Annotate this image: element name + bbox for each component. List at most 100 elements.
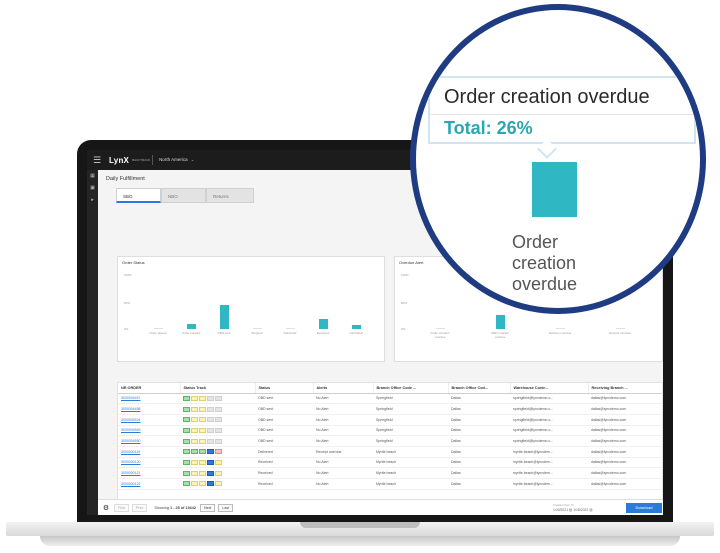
column-header[interactable]: Branch Office Cod...	[448, 383, 511, 394]
table-row[interactable]: 3000004458 OBD sent No Alert Springfield Dal…	[118, 403, 662, 415]
chart-bar[interactable]	[496, 314, 505, 329]
gear-icon[interactable]: ⚙	[98, 504, 114, 512]
receiving-branch-cell: dallas@lynxdemo.com	[588, 467, 662, 479]
chart-bar[interactable]	[352, 324, 361, 329]
chevron-down-icon: ⌄	[190, 157, 195, 162]
status-track	[180, 478, 255, 490]
table-row[interactable]: 3000004457 OBD sent No Alert Springfield Dal…	[118, 393, 662, 405]
status-step-icon	[199, 417, 206, 423]
grid-icon[interactable]: ▦	[87, 170, 98, 182]
table-row[interactable]: 3000004524 OBD sent No Alert Springfield Dal…	[118, 414, 662, 426]
branch-office-cell: Dallas	[448, 435, 510, 447]
status-step-icon	[199, 459, 206, 465]
chart-bar[interactable]	[436, 328, 445, 329]
receiving-branch-cell: dallas@lynxdemo.com	[588, 435, 662, 447]
table-row[interactable]: 3000004550 OBD sent No Alert Springfield Dal…	[118, 435, 662, 447]
date-from-input[interactable]: 1/20/2021	[553, 508, 568, 512]
branch-office-cell: Springfield	[373, 435, 448, 447]
status-cell: Received	[255, 467, 313, 479]
status-cell: OBD sent	[255, 425, 313, 437]
truck-icon[interactable]: ▸	[87, 194, 98, 206]
calendar-icon[interactable]: ▥	[569, 508, 572, 512]
table-row[interactable]: 3000004549 OBD sent No Alert Springfield Dal…	[118, 425, 662, 437]
branch-office-cell: Dallas	[448, 403, 510, 415]
column-header[interactable]: Status Track	[180, 383, 256, 394]
status-step-icon	[191, 406, 198, 412]
status-step-icon	[183, 481, 190, 487]
chart-bar[interactable]	[253, 328, 262, 329]
box-icon[interactable]: ▣	[87, 182, 98, 194]
last-page-button[interactable]: Last	[218, 503, 234, 512]
order-number-link[interactable]: 3000004458	[118, 403, 180, 415]
warehouse-contact-cell: springfield@lynxdemo.c...	[510, 403, 588, 415]
order-number-link[interactable]: 3000004457	[118, 393, 180, 405]
column-header[interactable]: Branch Office Code ...	[373, 383, 449, 394]
category-label: Shipped	[251, 331, 263, 335]
chart-bar[interactable]	[286, 328, 295, 329]
order-number-link[interactable]: 3000004550	[118, 435, 180, 447]
date-to-input[interactable]: 1/18/2022	[573, 508, 588, 512]
brand-logo: LynX	[109, 155, 130, 165]
column-header[interactable]: Receiving Branch ...	[588, 383, 662, 394]
status-step-icon	[199, 438, 206, 444]
column-header[interactable]: Status	[255, 383, 314, 394]
chart-bar[interactable]	[187, 323, 196, 329]
column-header[interactable]: Warehouse Contr...	[510, 383, 589, 394]
chart-bar[interactable]	[220, 304, 229, 329]
status-step-icon	[199, 470, 206, 476]
tab-returns[interactable]: Returns	[206, 188, 254, 203]
next-page-button[interactable]: Next	[200, 503, 216, 512]
receiving-branch-cell: dallas@lynxdemo.com	[588, 393, 662, 405]
order-number-link[interactable]: 3000000119	[118, 446, 180, 458]
status-step-icon	[183, 459, 190, 465]
status-cell: OBD sent	[255, 393, 313, 405]
chart-tooltip: Order creation overdue Total: 26%	[428, 76, 698, 144]
status-track	[180, 435, 255, 447]
branch-office-cell: Dallas	[448, 425, 510, 437]
status-step-icon	[199, 395, 206, 401]
category-label: OBD sent	[217, 331, 231, 335]
prev-page-button[interactable]: Prev	[132, 503, 148, 512]
table-row[interactable]: 3000000119 Delivered Receipt overdue Myrtle…	[118, 446, 662, 458]
status-step-icon	[183, 427, 190, 433]
status-step-icon	[183, 395, 190, 401]
warehouse-contact-cell: springfield@lynxdemo.c...	[510, 414, 588, 426]
order-number-link[interactable]: 3000004549	[118, 425, 180, 437]
chart-bar[interactable]	[154, 328, 163, 329]
branch-office-cell: Dallas	[448, 393, 510, 405]
status-step-icon	[215, 417, 222, 423]
y-tick: 50%	[401, 301, 408, 305]
order-number-link[interactable]: 3000000121	[118, 467, 180, 479]
y-tick: 0%	[401, 327, 406, 331]
table-row[interactable]: 3000000121 Received No Alert Myrtle beach Da…	[118, 467, 662, 479]
table-row[interactable]: 3000000122 Received No Alert Myrtle beach Da…	[118, 478, 662, 490]
tab-sbo[interactable]: SBO	[116, 188, 161, 203]
status-step-icon	[207, 438, 214, 444]
chart-bar[interactable]	[319, 318, 328, 329]
status-step-icon	[183, 417, 190, 423]
menu-icon[interactable]: ☰	[87, 150, 107, 170]
order-number-link[interactable]: 3000000122	[118, 478, 180, 490]
zoomed-bar[interactable]	[532, 162, 577, 217]
status-cell: OBD sent	[255, 435, 313, 447]
first-page-button[interactable]: First	[114, 503, 129, 512]
status-step-icon	[215, 449, 222, 455]
brand-subtitle: BACKTRACK	[132, 157, 151, 162]
tab-nbo[interactable]: NBO	[161, 188, 206, 203]
branch-office-cell: Springfield	[373, 425, 448, 437]
chart-bar[interactable]	[556, 328, 565, 329]
column-header[interactable]: Alerts	[313, 383, 374, 394]
table-row[interactable]: 3000000120 Received No Alert Myrtle beach Da…	[118, 457, 662, 469]
region-selector[interactable]: North America ⌄	[159, 157, 194, 163]
column-header[interactable]: NR ORDER	[118, 383, 181, 394]
status-step-icon	[183, 449, 190, 455]
y-tick: 50%	[124, 301, 131, 305]
chart-bar[interactable]	[616, 328, 625, 329]
category-label: Order creation overdue	[430, 331, 450, 339]
order-number-link[interactable]: 3000004524	[118, 414, 180, 426]
category-label: Delivered	[283, 331, 297, 335]
order-number-link[interactable]: 3000000120	[118, 457, 180, 469]
status-cell: Received	[255, 478, 313, 490]
download-button[interactable]: Download	[626, 503, 662, 513]
calendar-icon[interactable]: ▥	[589, 508, 592, 512]
